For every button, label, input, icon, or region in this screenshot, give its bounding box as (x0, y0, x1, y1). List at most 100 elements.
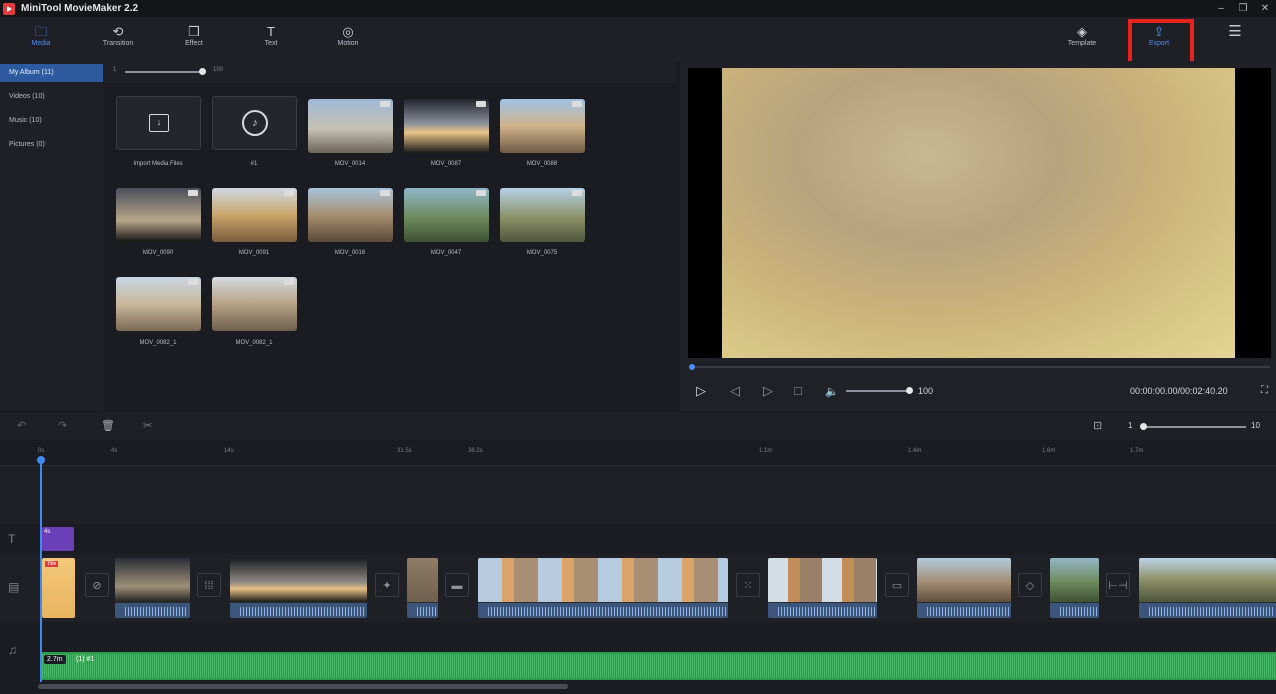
ruler-tick: 0s (38, 448, 45, 454)
transition-slot[interactable]: ⁞⁞⁞ (197, 573, 221, 597)
media-thumb-video[interactable] (116, 188, 201, 242)
tab-effect[interactable]: ❒ Effect (159, 17, 229, 61)
split-icon[interactable]: ✂ (143, 419, 152, 432)
media-label: Import Media Files (133, 161, 183, 167)
timeline-scrollbar[interactable] (38, 684, 568, 689)
minimize-icon[interactable]: – (1210, 0, 1232, 17)
media-thumb-video[interactable] (116, 277, 201, 331)
playhead[interactable] (40, 458, 42, 682)
video-clip[interactable] (407, 558, 438, 618)
music-note-icon: ♫ (8, 643, 17, 657)
import-media-tile[interactable]: ↓ (116, 96, 201, 150)
close-icon[interactable]: ✕ (1254, 0, 1276, 17)
media-zoom-knob[interactable] (199, 68, 206, 75)
export-highlight-box (1128, 19, 1194, 67)
media-label: MOV_0088 (526, 161, 558, 167)
ruler-tick: 1.1m (759, 448, 773, 454)
media-thumb-music[interactable]: ♪ (212, 96, 297, 150)
tab-motion-label: Motion (337, 40, 359, 47)
redo-icon[interactable]: ↷ (58, 419, 67, 432)
effect-icon: ❒ (188, 24, 200, 39)
text-icon: T (267, 24, 275, 39)
text-track-icon: T (8, 532, 16, 546)
undo-icon[interactable]: ↶ (17, 419, 26, 432)
transition-slot[interactable]: ▭ (885, 573, 909, 597)
volume-icon[interactable]: 🔈 (825, 385, 839, 398)
fit-timeline-icon[interactable]: ⊡ (1093, 419, 1102, 432)
video-badge-icon (284, 279, 294, 285)
sidebar-item-videos[interactable]: Videos (10) (0, 88, 103, 106)
stop-icon[interactable]: □ (794, 383, 802, 398)
maximize-icon[interactable]: ❐ (1232, 0, 1254, 17)
preview-video[interactable] (722, 68, 1235, 358)
transition-slot[interactable]: ▬ (445, 573, 469, 597)
media-label: MOV_0014 (334, 161, 366, 167)
tab-text[interactable]: T Text (236, 17, 306, 61)
media-label: MOV_0082_1 (139, 340, 177, 346)
media-thumb-video[interactable] (212, 277, 297, 331)
transition-slot[interactable]: ⊢⊣ (1106, 573, 1130, 597)
app-title: MiniTool MovieMaker 2.2 (21, 3, 139, 14)
media-thumb-video[interactable] (404, 188, 489, 242)
video-clip[interactable] (230, 558, 367, 618)
tab-transition[interactable]: ⟲ Transition (83, 17, 153, 61)
app-logo-icon (3, 2, 15, 15)
playback-progress-bar[interactable] (692, 366, 1270, 368)
tab-effect-label: Effect (185, 40, 203, 47)
ruler-tick: 1.6m (1042, 448, 1056, 454)
transition-slot[interactable]: ✦ (375, 573, 399, 597)
video-clip[interactable] (115, 558, 190, 618)
video-badge-icon (572, 190, 582, 196)
media-zoom-min: 1 (113, 67, 117, 73)
media-thumb-video[interactable] (500, 99, 585, 153)
timeline-zoom-knob[interactable] (1140, 423, 1147, 430)
media-label: MOV_0047 (430, 250, 462, 256)
media-label: MOV_0091 (238, 250, 270, 256)
video-clip[interactable] (1139, 558, 1276, 618)
timecode: 00:00:00.00/00:02:40.20 (1130, 386, 1228, 396)
delete-icon[interactable]: 🗑 (101, 419, 115, 432)
media-zoom-track[interactable] (125, 71, 203, 73)
media-thumb-video[interactable] (404, 99, 489, 153)
timeline-zoom-slider[interactable] (1141, 426, 1246, 428)
playback-progress-knob[interactable] (689, 364, 695, 370)
transition-slot[interactable]: ⁙ (736, 573, 760, 597)
sidebar-item-music[interactable]: Music (10) (0, 112, 103, 130)
tab-text-label: Text (264, 40, 278, 47)
play-icon[interactable]: ▷ (696, 383, 706, 399)
video-clip[interactable] (917, 558, 1011, 618)
main-toolbar: 🗀 Media ⟲ Transition ❒ Effect T Text ◎ M… (0, 17, 1276, 61)
template-button[interactable]: ◈ Template (1047, 17, 1117, 61)
text-clip[interactable]: 4s (42, 527, 74, 551)
video-clip[interactable] (1050, 558, 1099, 618)
menu-button[interactable]: ☰ (1200, 17, 1270, 61)
tab-media-label: Media (31, 40, 51, 47)
tab-media[interactable]: 🗀 Media (6, 17, 76, 61)
import-icon: ↓ (149, 114, 169, 132)
media-thumb-video[interactable] (308, 188, 393, 242)
transition-slot[interactable]: ⊘ (85, 573, 109, 597)
volume-knob[interactable] (906, 387, 913, 394)
fullscreen-icon[interactable]: ⛶ (1261, 385, 1268, 396)
media-thumb-video[interactable] (500, 188, 585, 242)
next-frame-icon[interactable]: ▷ (763, 383, 773, 399)
ruler-tick: 1.4m (908, 448, 922, 454)
media-thumb-video[interactable] (212, 188, 297, 242)
tab-transition-label: Transition (102, 40, 134, 47)
media-thumb-video[interactable] (308, 99, 393, 153)
playhead-handle[interactable] (37, 456, 45, 464)
timeline-ruler[interactable] (0, 440, 1276, 466)
video-clip[interactable] (768, 558, 877, 618)
media-sidebar: My Album (11) Videos (10) Music (10) Pic… (0, 61, 103, 411)
film-icon: ▤ (8, 580, 20, 594)
sidebar-item-pictures[interactable]: Pictures (0) (0, 136, 103, 154)
transition-slot[interactable]: ◇ (1018, 573, 1042, 597)
prev-frame-icon[interactable]: ◁ (730, 383, 740, 399)
sidebar-item-my-album[interactable]: My Album (11) (0, 64, 103, 82)
volume-slider[interactable] (846, 390, 909, 392)
title-clip-tag: Title (45, 561, 59, 567)
video-clip[interactable] (478, 558, 728, 618)
title-clip[interactable]: Title (42, 558, 75, 618)
media-label: #1 (250, 161, 258, 167)
tab-motion[interactable]: ◎ Motion (313, 17, 383, 61)
